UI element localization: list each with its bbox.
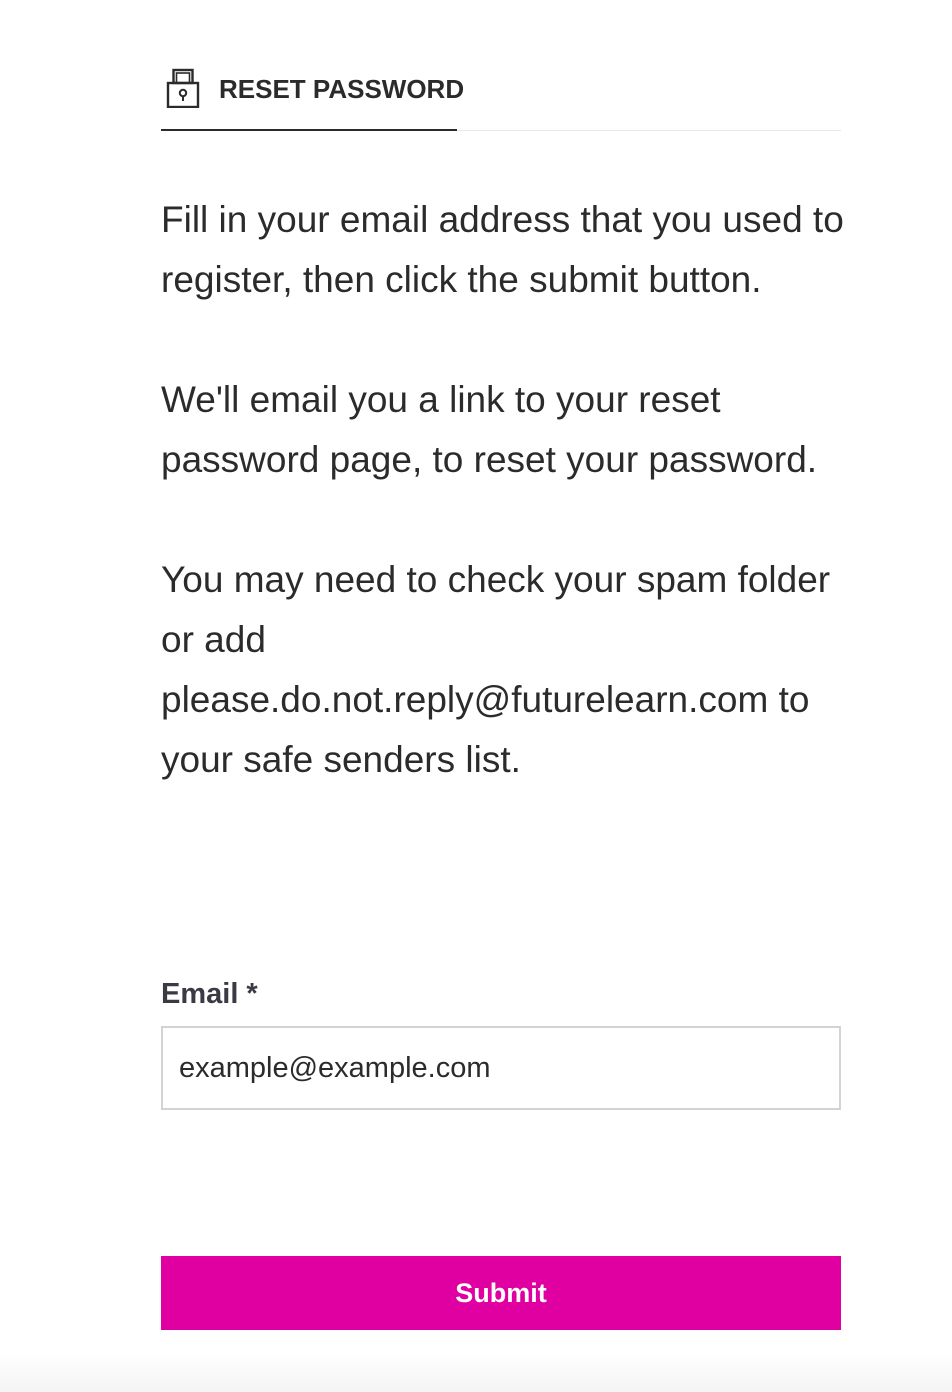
instructions: Fill in your email address that you used…: [161, 190, 851, 850]
tab-reset-password[interactable]: RESET PASSWORD: [161, 60, 464, 132]
page-bottom-edge: [0, 1352, 952, 1392]
email-field[interactable]: [161, 1026, 841, 1110]
tab-header: RESET PASSWORD: [161, 60, 841, 132]
instruction-paragraph-2: We'll email you a link to your reset pas…: [161, 379, 818, 480]
email-label: Email *: [161, 978, 258, 1010]
instruction-paragraph-3: You may need to check your spam folder o…: [161, 559, 831, 780]
tab-active-indicator: [161, 129, 457, 131]
tab-label: RESET PASSWORD: [219, 74, 465, 104]
lock-icon: [165, 68, 201, 109]
submit-button[interactable]: Submit: [161, 1256, 841, 1330]
instruction-paragraph-1: Fill in your email address that you used…: [161, 199, 844, 300]
